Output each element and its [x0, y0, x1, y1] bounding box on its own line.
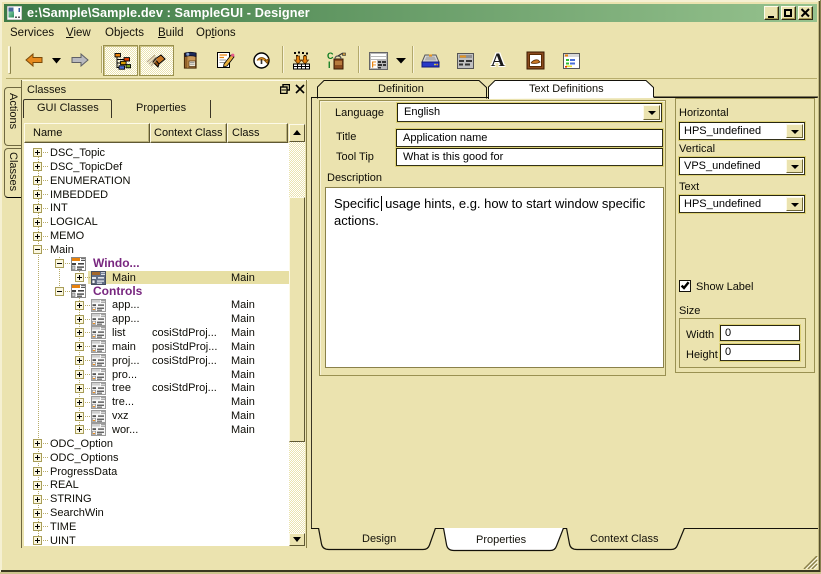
- svg-text:F: F: [372, 61, 377, 70]
- svg-text:I: I: [328, 60, 331, 70]
